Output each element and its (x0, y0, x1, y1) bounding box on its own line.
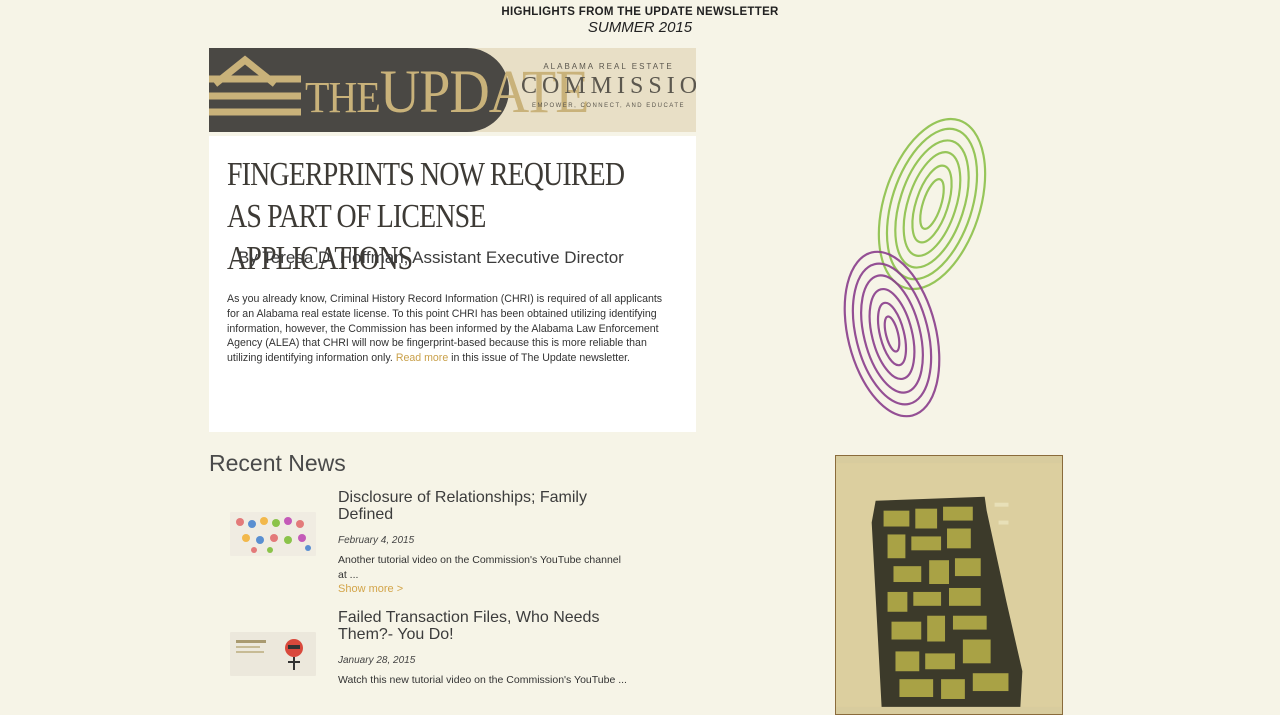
show-more-link[interactable]: Show more > (338, 583, 403, 595)
commission-state: ALABAMA REAL ESTATE (543, 62, 674, 71)
the-update-banner: THEUPDATE ALABAMA REAL ESTATE COMMISSION… (209, 48, 696, 132)
header-edition: SUMMER 2015 (587, 19, 693, 36)
fingerprint-illustration (843, 117, 987, 418)
read-more-link[interactable]: Read more (396, 352, 448, 364)
news-title[interactable]: Failed Transaction Files, Who Needs Them… (338, 609, 638, 643)
header-title: HIGHLIGHTS FROM THE UPDATE NEWSLETTER (501, 6, 779, 18)
news-excerpt: Another tutorial video on the Commission… (338, 554, 621, 581)
article-byline: By Teresa D. Hoffman, Assistant Executiv… (238, 248, 624, 267)
news-title[interactable]: Disclosure of Relationships; Family Defi… (338, 489, 638, 523)
newsletter-header: HIGHLIGHTS FROM THE UPDATE NEWSLETTER SU… (0, 6, 1280, 36)
recent-news-heading: Recent News (209, 450, 346, 476)
news-thumbnail-image[interactable] (230, 512, 316, 556)
banner-title-prefix: THE (305, 72, 381, 122)
update-logo-icon (209, 55, 301, 116)
commission-tagline: EMPOWER, CONNECT, AND EDUCATE (531, 103, 686, 109)
article-body: As you already know, Criminal History Re… (227, 292, 673, 366)
news-date: February 4, 2015 (338, 535, 415, 546)
news-thumbnail-image[interactable] (230, 632, 316, 676)
feature-article-card: Fingerprints Now Required as Part of Lic… (209, 136, 696, 432)
article-body-tail: in this issue of The Update newsletter. (451, 352, 630, 365)
news-excerpt: Watch this new tutorial video on the Com… (338, 674, 627, 686)
commission-name: COMMISSION (521, 73, 696, 99)
commission-logo: ALABAMA REAL ESTATE COMMISSION EMPOWER, … (521, 48, 696, 132)
alabama-map-illustration (835, 455, 1063, 715)
news-date: January 28, 2015 (338, 655, 416, 666)
